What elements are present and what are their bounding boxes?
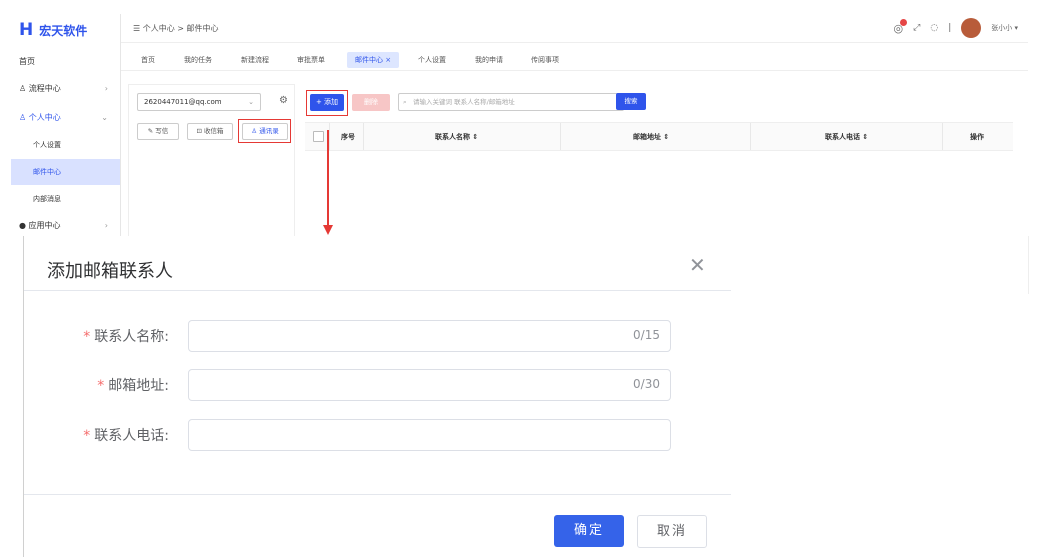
background-fill: [730, 236, 1029, 294]
annotation-box: [238, 119, 291, 143]
dialog-title: 添加邮箱联系人: [47, 261, 173, 282]
required-mark: *: [83, 428, 91, 444]
annotation-box: [306, 90, 348, 116]
tab-my-tasks[interactable]: 我的任务: [176, 52, 220, 68]
tab-bar: 首页 我的任务 新建流程 审批票单 邮件中心 × 个人设置 我的申请 传阅事项: [121, 46, 1028, 71]
sidebar-item-label: 邮件中心: [33, 168, 61, 176]
tab-my-applications[interactable]: 我的申请: [467, 52, 511, 68]
column-divider: [329, 123, 330, 150]
notification-dot: [900, 18, 908, 26]
dialog-header-divider: [24, 290, 731, 291]
chevron-down-icon: ⌄: [248, 98, 254, 106]
account-select[interactable]: 2620447011@qq.com ⌄: [137, 93, 261, 111]
bell-icon[interactable]: ◎: [894, 18, 908, 35]
contact-phone-input[interactable]: [188, 419, 671, 451]
sidebar-item-process[interactable]: ♙ 流程中心 ›: [11, 75, 120, 101]
sidebar: H 宏天软件 首页 ♙ 流程中心 › ♙ 个人中心 ⌄ 个人设置 邮件中心 内部…: [11, 14, 121, 240]
table-header: 序号 联系人名称 ⇕ 邮箱地址 ⇕ 联系人电话 ⇕ 操作: [305, 122, 1013, 151]
tab-approval[interactable]: 审批票单: [289, 52, 333, 68]
sidebar-item-label: 首页: [19, 56, 35, 66]
gear-icon[interactable]: ⚙: [279, 95, 288, 106]
tab-home[interactable]: 首页: [133, 52, 163, 68]
write-button[interactable]: ✎ 写信: [137, 123, 179, 140]
column-actions: 操作: [970, 133, 984, 141]
required-mark: *: [97, 378, 105, 394]
tab-mail-center[interactable]: 邮件中心 ×: [347, 52, 400, 68]
email-address-label: * 邮箱地址:: [24, 375, 169, 395]
sidebar-item-label: ♙ 个人中心: [19, 112, 61, 122]
add-contact-dialog: 添加邮箱联系人 ✕ * 联系人名称: 0/15 * 邮箱地址: 0/30 * 联系人电…: [23, 236, 731, 557]
column-contact-name[interactable]: 联系人名称 ⇕: [435, 132, 478, 142]
divider: |: [948, 23, 952, 33]
dialog-footer-divider: [24, 494, 731, 495]
account-value: 2620447011@qq.com: [144, 98, 222, 106]
column-divider: [942, 123, 943, 150]
sidebar-item-settings[interactable]: 个人设置: [11, 132, 120, 158]
tab-new-process[interactable]: 新建流程: [233, 52, 277, 68]
delete-button[interactable]: 删除: [352, 94, 390, 111]
sidebar-item-label: 内部消息: [33, 195, 61, 203]
avatar[interactable]: [961, 18, 982, 38]
sidebar-item-label: ♙ 流程中心: [19, 83, 61, 93]
field-label: 联系人名称:: [94, 329, 169, 345]
column-divider: [560, 123, 561, 150]
chevron-down-icon: ⌄: [101, 112, 108, 122]
char-counter: 0/15: [633, 328, 660, 342]
breadcrumb: ☰ 个人中心 > 邮件中心: [133, 24, 219, 33]
column-email[interactable]: 邮箱地址 ⇕: [633, 132, 669, 142]
select-all-checkbox[interactable]: [313, 131, 324, 142]
top-right-tools: ◎ ⤢ ◌ | 张小小 ▾: [894, 18, 1018, 38]
tab-personal-settings[interactable]: 个人设置: [410, 52, 454, 68]
column-divider: [750, 123, 751, 150]
inbox-button[interactable]: ⊡ 收信箱: [187, 123, 233, 140]
sidebar-item-apps[interactable]: ● 应用中心 ›: [11, 212, 120, 238]
contact-phone-label: * 联系人电话:: [24, 425, 169, 445]
search-button[interactable]: 搜索: [616, 93, 646, 110]
sidebar-item-label: 个人设置: [33, 141, 61, 149]
contacts-main-panel: + 添加 删除 ⌕ 请输入关键词 联系人名称/邮箱地址 搜索 序号 联系人名称 …: [305, 84, 1013, 244]
column-divider: [363, 123, 364, 150]
top-bar: ☰ 个人中心 > 邮件中心 ◎ ⤢ ◌ | 张小小 ▾: [121, 14, 1028, 43]
logo: H 宏天软件: [19, 20, 87, 40]
mail-left-panel: 2620447011@qq.com ⌄ ⚙ ✎ 写信 ⊡ 收信箱 ♙ 通讯录: [128, 84, 295, 246]
annotation-arrow: [327, 130, 329, 226]
logo-icon: H: [19, 20, 34, 40]
sidebar-item-label: ● 应用中心: [19, 220, 61, 230]
tab-circulation[interactable]: 传阅事项: [523, 52, 567, 68]
column-phone[interactable]: 联系人电话 ⇕: [825, 132, 868, 142]
confirm-button[interactable]: 确定: [554, 515, 624, 547]
contact-name-input[interactable]: 0/15: [188, 320, 671, 352]
settings-icon[interactable]: ◌: [930, 23, 938, 33]
contact-name-label: * 联系人名称:: [24, 326, 169, 346]
fullscreen-icon[interactable]: ⤢: [913, 23, 920, 33]
field-label: 联系人电话:: [94, 428, 169, 444]
sidebar-item-home[interactable]: 首页: [11, 48, 120, 74]
sidebar-item-messages[interactable]: 内部消息: [11, 186, 120, 212]
column-index: 序号: [341, 133, 355, 141]
close-icon[interactable]: ✕: [689, 253, 706, 277]
user-name[interactable]: 张小小 ▾: [991, 23, 1018, 33]
field-label: 邮箱地址:: [108, 378, 169, 394]
sidebar-item-mail[interactable]: 邮件中心: [11, 159, 120, 185]
chevron-right-icon: ›: [104, 83, 108, 93]
chevron-right-icon: ›: [104, 220, 108, 230]
annotation-arrow-head: [323, 225, 333, 235]
char-counter: 0/30: [633, 377, 660, 391]
search-placeholder: 请输入关键词 联系人名称/邮箱地址: [413, 98, 515, 106]
logo-text: 宏天软件: [39, 23, 88, 38]
email-address-input[interactable]: 0/30: [188, 369, 671, 401]
sidebar-item-personal[interactable]: ♙ 个人中心 ⌄: [11, 104, 120, 130]
cancel-button[interactable]: 取消: [637, 515, 707, 548]
required-mark: *: [83, 329, 91, 345]
search-input[interactable]: ⌕ 请输入关键词 联系人名称/邮箱地址: [398, 93, 624, 111]
search-icon: ⌕: [403, 98, 407, 106]
